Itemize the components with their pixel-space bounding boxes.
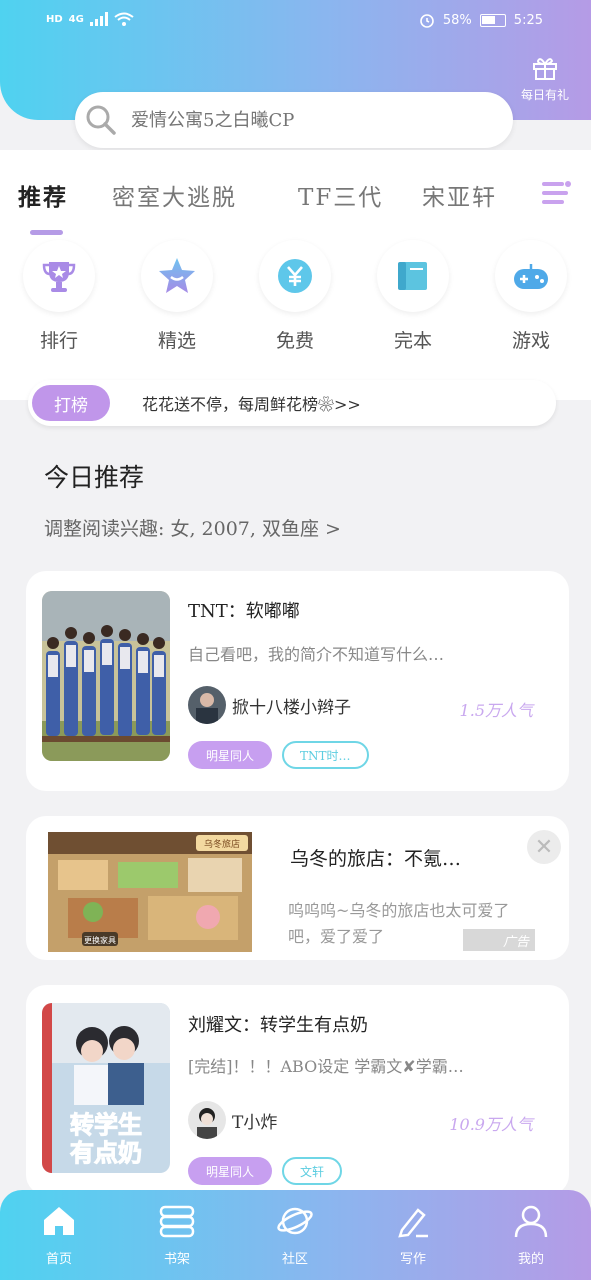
nav-bookshelf[interactable]: 书架 — [142, 1204, 212, 1267]
planet-icon — [277, 1207, 313, 1235]
ad-image: 更换家具 乌冬旅店 — [48, 832, 252, 952]
book-card[interactable]: 转学生 有点奶 刘耀文：转学生有点奶 [完结]！！！ABO设定 学霸文✘学霸… … — [26, 985, 569, 1195]
tab-song-yaxuan[interactable]: 宋亚轩 — [422, 178, 497, 212]
nav-home[interactable]: 首页 — [24, 1204, 94, 1267]
book-cover: 转学生 有点奶 — [42, 1003, 170, 1173]
battery-percent: 58% — [442, 12, 472, 28]
tag-topic[interactable]: 文轩 — [282, 1157, 343, 1185]
wifi-icon — [114, 12, 134, 26]
network-label: HD — [46, 13, 63, 25]
avatar — [188, 686, 226, 724]
book-tags: 明星同人 TNT时… — [188, 741, 369, 769]
nav-label: 写作 — [399, 1252, 426, 1267]
book-icon — [398, 262, 427, 290]
book-card[interactable]: TNT：软嘟嘟 自己看吧，我的简介不知道写什么… 掀十八楼小辫子 1.5万人气 … — [26, 571, 569, 791]
menu-icon — [542, 181, 571, 204]
category-ranking[interactable]: 排行 — [14, 240, 104, 353]
reading-interest-link[interactable]: 调整阅读兴趣: 女, 2007, 双鱼座 > — [44, 514, 341, 541]
category-completed[interactable]: 完本 — [368, 240, 458, 353]
category-label: 排行 — [39, 330, 78, 352]
tab-recommend[interactable]: 推荐 — [18, 178, 68, 212]
yuan-icon — [278, 259, 312, 293]
category-label: 精选 — [157, 330, 196, 352]
tag-genre[interactable]: 明星同人 — [188, 1157, 273, 1185]
ad-card[interactable]: 更换家具 乌冬旅店 乌冬的旅店：不氪… 呜呜呜~乌冬的旅店也太可爱了吧，爱了爱了… — [26, 816, 569, 960]
status-bar: HD 4G 58% 5:25 — [0, 0, 591, 44]
alarm-icon — [420, 14, 434, 28]
ranking-tag: 打榜 — [32, 385, 110, 421]
search-bar[interactable] — [75, 92, 513, 148]
category-tabs: 推荐 密室大逃脱 TF三代 宋亚轩 — [0, 178, 591, 218]
completed-circle — [377, 240, 449, 312]
cover-title-line2: 有点奶 — [70, 1139, 142, 1167]
nav-community[interactable]: 社区 — [260, 1204, 330, 1267]
tab-escape-room[interactable]: 密室大逃脱 — [112, 178, 237, 212]
category-shortcuts: 排行 精选 免费 完本 游戏 — [0, 240, 591, 360]
battery-icon — [479, 13, 506, 27]
tab-menu-button[interactable] — [540, 178, 574, 212]
book-tags: 明星同人 文轩 — [188, 1157, 343, 1185]
pen-icon — [398, 1208, 428, 1238]
gift-label: 每日有礼 — [520, 88, 569, 102]
book-title: TNT：软嘟嘟 — [188, 601, 300, 622]
gift-icon — [533, 58, 557, 80]
free-circle — [259, 240, 331, 312]
avatar — [188, 1101, 226, 1139]
ad-image-logo: 乌冬旅店 — [204, 838, 240, 850]
category-label: 完本 — [393, 330, 432, 352]
clock: 5:25 — [513, 12, 543, 28]
category-label: 游戏 — [511, 330, 550, 352]
banner-text: 花花送不停，每周鲜花榜❀>> — [142, 395, 361, 414]
book-description: [完结]！！！ABO设定 学霸文✘学霸… — [188, 1057, 464, 1076]
author-row: 掀十八楼小辫子 — [188, 686, 351, 724]
ad-title: 乌冬的旅店：不氪… — [290, 848, 462, 870]
nav-profile[interactable]: 我的 — [496, 1204, 566, 1267]
flower-ranking-banner[interactable]: 打榜 花花送不停，每周鲜花榜❀>> — [28, 380, 556, 426]
tag-genre[interactable]: 明星同人 — [188, 741, 273, 769]
daily-gift-button[interactable]: 每日有礼 — [515, 56, 575, 103]
tab-tf-third-gen[interactable]: TF三代 — [298, 178, 383, 212]
bookshelf-icon — [159, 1205, 195, 1238]
nav-label: 书架 — [163, 1252, 190, 1267]
close-ad-button[interactable]: ✕ — [527, 830, 561, 864]
bottom-navigation: 首页 书架 社区 写作 我的 — [0, 1190, 591, 1280]
home-icon — [44, 1207, 74, 1235]
section-title: 今日推荐 — [44, 463, 145, 492]
games-circle — [495, 240, 567, 312]
popularity-count: 10.9万人气 — [449, 1115, 533, 1134]
star-icon — [159, 258, 195, 293]
profile-icon — [514, 1205, 548, 1238]
tab-active-indicator — [30, 230, 63, 235]
nav-label: 社区 — [281, 1252, 308, 1267]
gamepad-icon — [514, 264, 548, 289]
close-icon: ✕ — [534, 834, 554, 860]
signal-label: 4G — [68, 13, 84, 25]
ad-image-caption: 更换家具 — [84, 935, 116, 945]
author-name: 掀十八楼小辫子 — [232, 697, 351, 718]
ranking-circle — [23, 240, 95, 312]
nav-label: 我的 — [517, 1252, 544, 1267]
category-featured[interactable]: 精选 — [132, 240, 222, 353]
ad-label: 广告 — [463, 929, 535, 951]
status-left: HD 4G — [46, 12, 134, 26]
nav-label: 首页 — [45, 1252, 72, 1267]
popularity-count: 1.5万人气 — [459, 701, 533, 720]
author-row: T小炸 — [188, 1101, 277, 1139]
cover-title-line1: 转学生 — [70, 1111, 142, 1139]
category-label: 免费 — [275, 330, 314, 352]
book-description: 自己看吧，我的简介不知道写什么… — [188, 645, 445, 664]
status-right: 58% 5:25 — [419, 12, 543, 28]
book-cover — [42, 591, 170, 761]
nav-write[interactable]: 写作 — [378, 1204, 448, 1267]
category-free[interactable]: 免费 — [250, 240, 340, 353]
tag-topic[interactable]: TNT时… — [282, 741, 369, 769]
search-input[interactable] — [131, 109, 461, 131]
search-icon — [86, 105, 116, 135]
trophy-icon — [42, 262, 76, 292]
book-title: 刘耀文：转学生有点奶 — [188, 1015, 368, 1036]
featured-circle — [141, 240, 213, 312]
signal-icon — [89, 12, 108, 26]
author-name: T小炸 — [232, 1112, 278, 1133]
category-games[interactable]: 游戏 — [486, 240, 576, 353]
